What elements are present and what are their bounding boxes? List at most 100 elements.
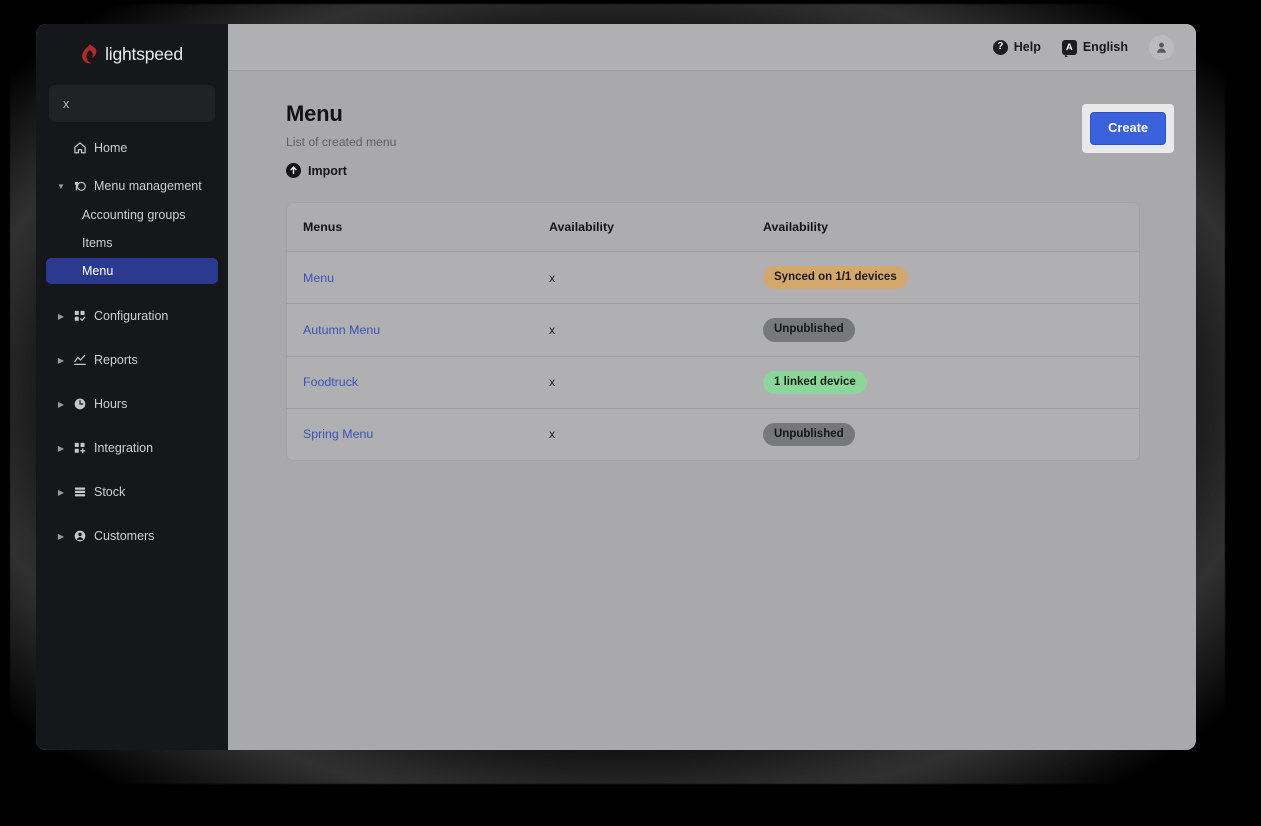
sidebar-nav: ▶ Home ▼ Menu [36, 130, 228, 550]
search-input-value: x [63, 96, 70, 111]
sidebar-subitem-label: Items [82, 236, 113, 250]
sidebar-item-label: Menu management [94, 179, 202, 193]
status-badge: 1 linked device [763, 370, 867, 394]
menu-link[interactable]: Spring Menu [303, 427, 373, 441]
language-glyph: A [1061, 39, 1077, 57]
search-input[interactable]: x [49, 85, 215, 122]
sidebar-item-customers[interactable]: ▶ Customers [46, 522, 218, 550]
cell-availability: x [549, 251, 763, 305]
create-button[interactable]: Create [1090, 112, 1166, 145]
clock-icon [68, 397, 92, 411]
sidebar-subitem-accounting-groups[interactable]: Accounting groups [46, 202, 218, 228]
sidebar-item-label: Reports [94, 353, 138, 367]
sidebar-item-label: Home [94, 141, 128, 155]
chevron-right-icon: ▶ [57, 355, 65, 365]
sidebar-item-reports[interactable]: ▶ Reports [46, 346, 218, 374]
sidebar-item-label: Stock [94, 485, 126, 499]
user-avatar-icon[interactable] [1149, 34, 1174, 60]
chevron-down-icon: ▼ [57, 181, 65, 191]
table-row: Foodtruck x 1 linked device [287, 356, 1139, 409]
stock-icon [68, 485, 92, 499]
cell-availability: x [549, 427, 556, 442]
table-row: Spring Menu x Unpublished [287, 408, 1139, 460]
sidebar-item-home[interactable]: ▶ Home [46, 134, 218, 162]
table-row: Menu x Synced on 1/1 devices [287, 251, 1139, 305]
page-content: Menu List of created menu Import Create … [228, 71, 1196, 750]
language-label: English [1082, 40, 1128, 54]
help-label: Help [1013, 40, 1041, 54]
reports-icon [68, 353, 92, 367]
status-badge: Unpublished [763, 318, 855, 342]
sidebar-search: x [36, 78, 228, 130]
cell-menu-name: Autumn Menu [287, 303, 549, 357]
language-icon: A [1061, 39, 1077, 57]
sidebar-item-label: Hours [94, 397, 128, 411]
sidebar-subitem-menu[interactable]: Menu [46, 258, 218, 284]
sidebar-item-stock[interactable]: ▶ Stock [46, 478, 218, 506]
help-circle-icon: ? [992, 39, 1008, 55]
home-icon [68, 141, 92, 155]
table-header-row: Menus Availability Availability [287, 203, 1139, 253]
table-body: Menu x Synced on 1/1 devices Autumn Menu [287, 251, 1139, 460]
menu-link[interactable]: Autumn Menu [303, 323, 380, 337]
chevron-right-icon: ▶ [57, 443, 65, 453]
import-arrow-up-icon [286, 163, 301, 179]
chevron-right-icon: ▶ [57, 399, 65, 409]
sidebar-item-hours[interactable]: ▶ Hours [46, 390, 218, 418]
cell-status: Synced on 1/1 devices [763, 251, 1139, 305]
integration-icon [68, 441, 92, 455]
menu-management-icon [68, 179, 92, 193]
column-header-menus[interactable]: Menus [287, 203, 549, 253]
brand-name: lightspeed [105, 43, 183, 64]
sidebar-subitem-label: Menu [82, 264, 114, 278]
chevron-right-icon: ▶ [57, 531, 65, 541]
sidebar-item-configuration[interactable]: ▶ Configuration [46, 302, 218, 330]
import-button[interactable]: Import [286, 163, 347, 179]
main-area: ? Help A English Menu List of created me… [228, 24, 1196, 750]
sidebar-item-integration[interactable]: ▶ Integration [46, 434, 218, 462]
cell-status: Unpublished [763, 303, 1139, 357]
sidebar-item-label: Customers [94, 529, 155, 543]
sidebar-subitem-items[interactable]: Items [46, 230, 218, 256]
customers-icon [68, 529, 92, 543]
menu-link[interactable]: Menu [303, 271, 334, 285]
help-glyph: ? [992, 39, 1008, 55]
page-header-text: Menu List of created menu Import [286, 101, 397, 179]
language-selector[interactable]: A English [1061, 39, 1128, 57]
sidebar-item-label: Integration [94, 441, 154, 455]
configuration-icon [68, 309, 92, 323]
app-window: lightspeed x ▶ Home ▼ [36, 24, 1196, 750]
status-badge: Synced on 1/1 devices [763, 266, 908, 290]
help-button[interactable]: ? Help [992, 39, 1041, 55]
cell-menu-name: Foodtruck [287, 356, 549, 409]
cell-menu-name: Spring Menu [287, 408, 549, 460]
sidebar: lightspeed x ▶ Home ▼ [36, 24, 228, 750]
create-button-focus-ring: Create [1082, 104, 1174, 153]
cell-availability: x [549, 303, 763, 357]
page-header: Menu List of created menu Import Create [286, 101, 1174, 179]
topbar: ? Help A English [228, 24, 1196, 71]
status-badge: Unpublished [763, 422, 855, 447]
brand-logo[interactable]: lightspeed [36, 30, 228, 78]
table-row: Autumn Menu x Unpublished [287, 303, 1139, 357]
chevron-right-icon: ▶ [57, 311, 65, 321]
import-label: Import [308, 163, 347, 178]
page-title: Menu [286, 101, 343, 126]
column-header-availability-1[interactable]: Availability [549, 203, 763, 253]
cell-availability: x [549, 356, 763, 409]
page-subtitle: List of created menu [286, 135, 397, 150]
column-header-availability-2[interactable]: Availability [763, 203, 1139, 253]
menus-table-card: Menus Availability Availability Menu x S… [286, 202, 1140, 462]
cell-menu-name: Menu [287, 251, 549, 305]
chevron-right-icon: ▶ [57, 487, 65, 497]
menus-table: Menus Availability Availability Menu x S… [287, 203, 1139, 460]
menu-link[interactable]: Foodtruck [303, 375, 358, 389]
table-head: Menus Availability Availability [287, 203, 1139, 253]
sidebar-item-menu-management[interactable]: ▼ Menu management [46, 172, 218, 200]
